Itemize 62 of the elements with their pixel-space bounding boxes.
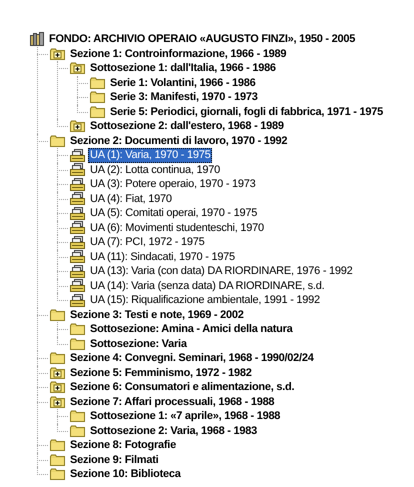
tree-item[interactable]: UA (6): Movimenti studenteschi, 1970 (88, 220, 266, 235)
folder-icon (90, 76, 105, 89)
folder-icon (50, 352, 65, 364)
tree-item[interactable]: Sottosezione: Varia (88, 336, 189, 351)
box-stack-icon (70, 279, 85, 292)
tree-item[interactable]: Sottosezione 1: dall'Italia, 1966 - 1986 (88, 61, 278, 76)
box-stack-icon (70, 264, 85, 278)
box-stack-icon (70, 192, 85, 206)
tree-item[interactable]: UA (3): Potere operaio, 1970 - 1973 (88, 177, 258, 192)
tree-item[interactable]: Serie 1: Volantini, 1966 - 1986 (108, 76, 258, 90)
box-stack-icon (70, 250, 85, 264)
tree-item[interactable]: Serie 5: Periodici, giornali, fogli di fabbrica, 1971 - 1975 (108, 104, 385, 119)
tree-item[interactable]: Sezione 5: Femminismo, 1972 - 1982 (68, 366, 254, 380)
tree-item[interactable]: UA (11): Sindacati, 1970 - 1975 (88, 250, 237, 264)
tree-item[interactable]: Sottosezione 2: dall'estero, 1968 - 1989 (88, 119, 286, 134)
folder-icon (90, 91, 105, 104)
tree-item[interactable]: Sezione 3: Testi e note, 1969 - 2002 (68, 308, 246, 322)
tree-item[interactable]: Serie 3: Manifesti, 1970 - 1973 (108, 90, 260, 104)
tree-item[interactable]: Sezione 1: Controinformazione, 1966 - 1989 (68, 46, 288, 61)
folder-icon (50, 468, 65, 480)
tree-item[interactable]: UA (2): Lotta continua, 1970 (88, 162, 222, 177)
tree-item[interactable]: Sottosezione 2: Varia, 1968 - 1983 (88, 424, 259, 438)
tree-item[interactable]: Sottosezione 1: «7 aprile», 1968 - 1988 (88, 409, 282, 424)
folder-icon (70, 323, 85, 336)
tree-item[interactable]: Sezione 2: Documenti di lavoro, 1970 - 1992 (68, 134, 290, 148)
tree-item[interactable]: UA (15): Riqualificazione ambientale, 1991 - 1992 (88, 293, 322, 308)
box-stack-icon (70, 294, 85, 307)
folder-icon (50, 439, 65, 452)
folder-plus-icon (50, 366, 65, 379)
tree-item[interactable]: FONDO: ARCHIVIO OPERAIO «AUGUSTO FINZI», 1950 - 2005 (47, 32, 358, 46)
box-stack-icon (70, 236, 85, 249)
tree-item[interactable]: Sezione 6: Consumatori e alimentazione, s.d. (68, 380, 296, 394)
folder-plus-icon (70, 62, 85, 74)
tree-item[interactable]: UA (4): Fiat, 1970 (88, 192, 174, 206)
books-icon (30, 32, 44, 46)
folder-icon (70, 338, 85, 350)
tree-item[interactable]: UA (14): Varia (senza data) DA RIORDINARE, s.d. (88, 278, 326, 293)
folder-icon (50, 308, 65, 321)
folder-icon (50, 454, 65, 466)
folder-plus-icon (50, 381, 65, 394)
box-stack-icon (70, 221, 85, 234)
box-stack-icon (70, 163, 85, 176)
folder-icon (70, 424, 85, 437)
folder-plus-icon (70, 120, 85, 132)
tree-item[interactable]: Sezione 8: Fotografie (68, 438, 178, 452)
folder-icon (90, 106, 105, 118)
tree-item[interactable]: Sezione 9: Filmati (68, 452, 160, 467)
tree-item[interactable]: Sezione 7: Affari processuali, 1968 - 1988 (68, 394, 276, 409)
tree-item[interactable]: UA (5): Comitati operai, 1970 - 1975 (88, 206, 260, 220)
folder-icon (70, 410, 85, 422)
box-stack-icon (70, 148, 85, 162)
tree-item[interactable]: Sottosezione: Amina - Amici della natura (88, 322, 294, 336)
tree-item[interactable]: UA (1): Varia, 1970 - 1975 (88, 148, 212, 162)
tree-item[interactable]: Sezione 4: Convegni. Seminari, 1968 - 1990/02/24 (68, 351, 316, 366)
box-stack-icon (70, 178, 85, 191)
box-stack-icon (70, 206, 85, 220)
folder-plus-icon (50, 48, 65, 60)
tree-item[interactable]: Sezione 10: Biblioteca (68, 467, 183, 482)
folder-icon (50, 134, 65, 147)
tree-item[interactable]: UA (7): PCI, 1972 - 1975 (88, 235, 206, 250)
folder-plus-icon (50, 396, 65, 408)
tree-item[interactable]: UA (13): Varia (con data) DA RIORDINARE, 1976 - 1992 (88, 264, 355, 278)
